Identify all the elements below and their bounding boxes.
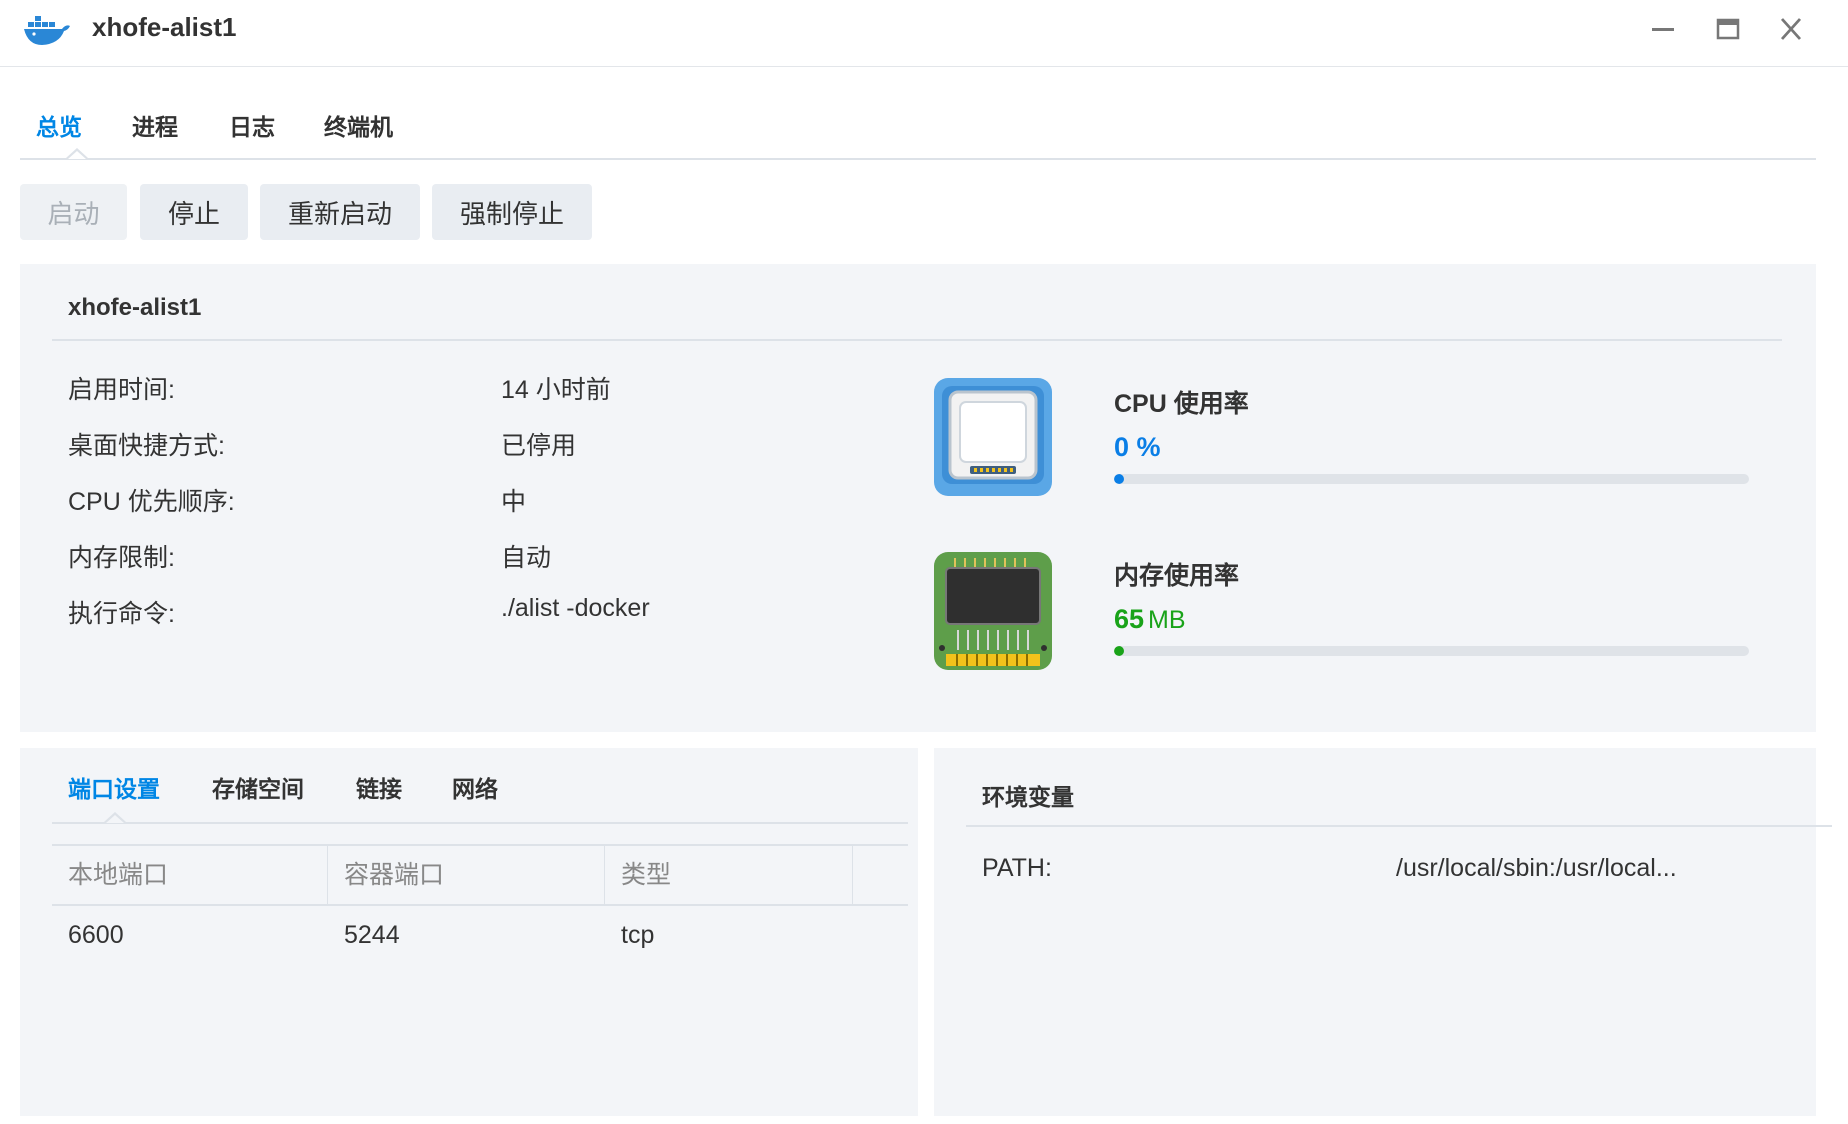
memory-usage-bar-fill (1114, 646, 1125, 656)
column-header-container-port[interactable]: 容器端口 (328, 846, 605, 904)
column-header-local-port[interactable]: 本地端口 (52, 846, 328, 904)
local-port-cell: 6600 (68, 921, 124, 949)
container-name: xhofe-alist1 (68, 294, 202, 321)
main-tabs: 总览 进程 日志 终端机 (20, 102, 1816, 160)
active-tab-indicator (66, 148, 88, 159)
desktop-shortcut-label: 桌面快捷方式: (68, 432, 225, 460)
container-port-cell: 5244 (344, 921, 400, 949)
cpu-priority-value: 中 (501, 488, 527, 516)
tab-processes[interactable]: 进程 (132, 108, 178, 142)
command-label: 执行命令: (68, 600, 175, 628)
docker-whale-icon (22, 12, 72, 48)
cpu-usage-title: CPU 使用率 (1114, 390, 1249, 418)
ports-panel: 端口设置 存储空间 链接 网络 本地端口 容器端口 类型 6600 5244 t… (20, 748, 918, 1116)
cpu-usage-value: 0 % (1114, 432, 1161, 463)
memory-usage-bar (1114, 646, 1749, 656)
column-header-type[interactable]: 类型 (605, 846, 853, 904)
table-header: 本地端口 容器端口 类型 (52, 844, 908, 906)
env-value-path: /usr/local/sbin:/usr/local... (1396, 854, 1677, 882)
uptime-value: 14 小时前 (501, 376, 611, 404)
minimize-icon (1652, 28, 1674, 31)
memory-usage-value: 65 MB (1114, 604, 1186, 635)
tab-overview[interactable]: 总览 (36, 108, 82, 142)
memory-limit-value: 自动 (501, 544, 552, 572)
container-info-panel: xhofe-alist1 启用时间: 14 小时前 桌面快捷方式: 已停用 CP… (20, 264, 1816, 732)
subtab-network[interactable]: 网络 (452, 770, 498, 804)
memory-usage-title: 内存使用率 (1114, 562, 1240, 590)
memory-limit-label: 内存限制: (68, 544, 175, 572)
divider (52, 339, 1782, 341)
window-title: xhofe-alist1 (92, 12, 237, 42)
maximize-button[interactable] (1711, 14, 1745, 44)
close-icon (1780, 18, 1802, 40)
ports-table: 本地端口 容器端口 类型 6600 5244 tcp (52, 844, 908, 964)
stop-button[interactable]: 停止 (140, 184, 248, 240)
type-cell: tcp (621, 921, 655, 949)
env-title: 环境变量 (982, 784, 1074, 810)
cpu-priority-label: CPU 优先顺序: (68, 488, 235, 516)
subtab-port-settings[interactable]: 端口设置 (68, 770, 160, 804)
tab-terminal[interactable]: 终端机 (324, 108, 393, 142)
start-button[interactable]: 启动 (20, 184, 127, 240)
memory-usage-unit: MB (1148, 606, 1186, 634)
cpu-usage-number: 0 (1114, 432, 1130, 462)
subtab-links[interactable]: 链接 (356, 770, 402, 804)
subtab-divider (52, 822, 908, 824)
env-panel: 环境变量 PATH: /usr/local/sbin:/usr/local... (934, 748, 1832, 1116)
cpu-usage-bar-fill (1114, 474, 1125, 484)
desktop-shortcut-value: 已停用 (501, 432, 577, 460)
minimize-button[interactable] (1646, 14, 1680, 44)
maximize-icon (1716, 18, 1740, 40)
cpu-chip-icon (932, 376, 1054, 498)
force-stop-button[interactable]: 强制停止 (432, 184, 592, 240)
table-row[interactable]: 6600 5244 tcp (52, 906, 908, 964)
restart-button[interactable]: 重新启动 (260, 184, 420, 240)
cpu-usage-bar (1114, 474, 1749, 484)
uptime-label: 启用时间: (68, 376, 175, 404)
memory-usage-number: 65 (1114, 604, 1145, 634)
command-value: ./alist -docker (501, 594, 650, 622)
env-key-path: PATH: (982, 854, 1052, 882)
env-divider (966, 825, 1832, 827)
subtab-storage[interactable]: 存储空间 (212, 770, 304, 804)
title-bar: xhofe-alist1 (0, 0, 1848, 67)
cpu-usage-unit: % (1136, 432, 1161, 462)
close-button[interactable] (1774, 14, 1808, 44)
tab-logs[interactable]: 日志 (229, 108, 275, 142)
active-subtab-indicator (104, 812, 126, 823)
memory-module-icon (932, 550, 1054, 672)
